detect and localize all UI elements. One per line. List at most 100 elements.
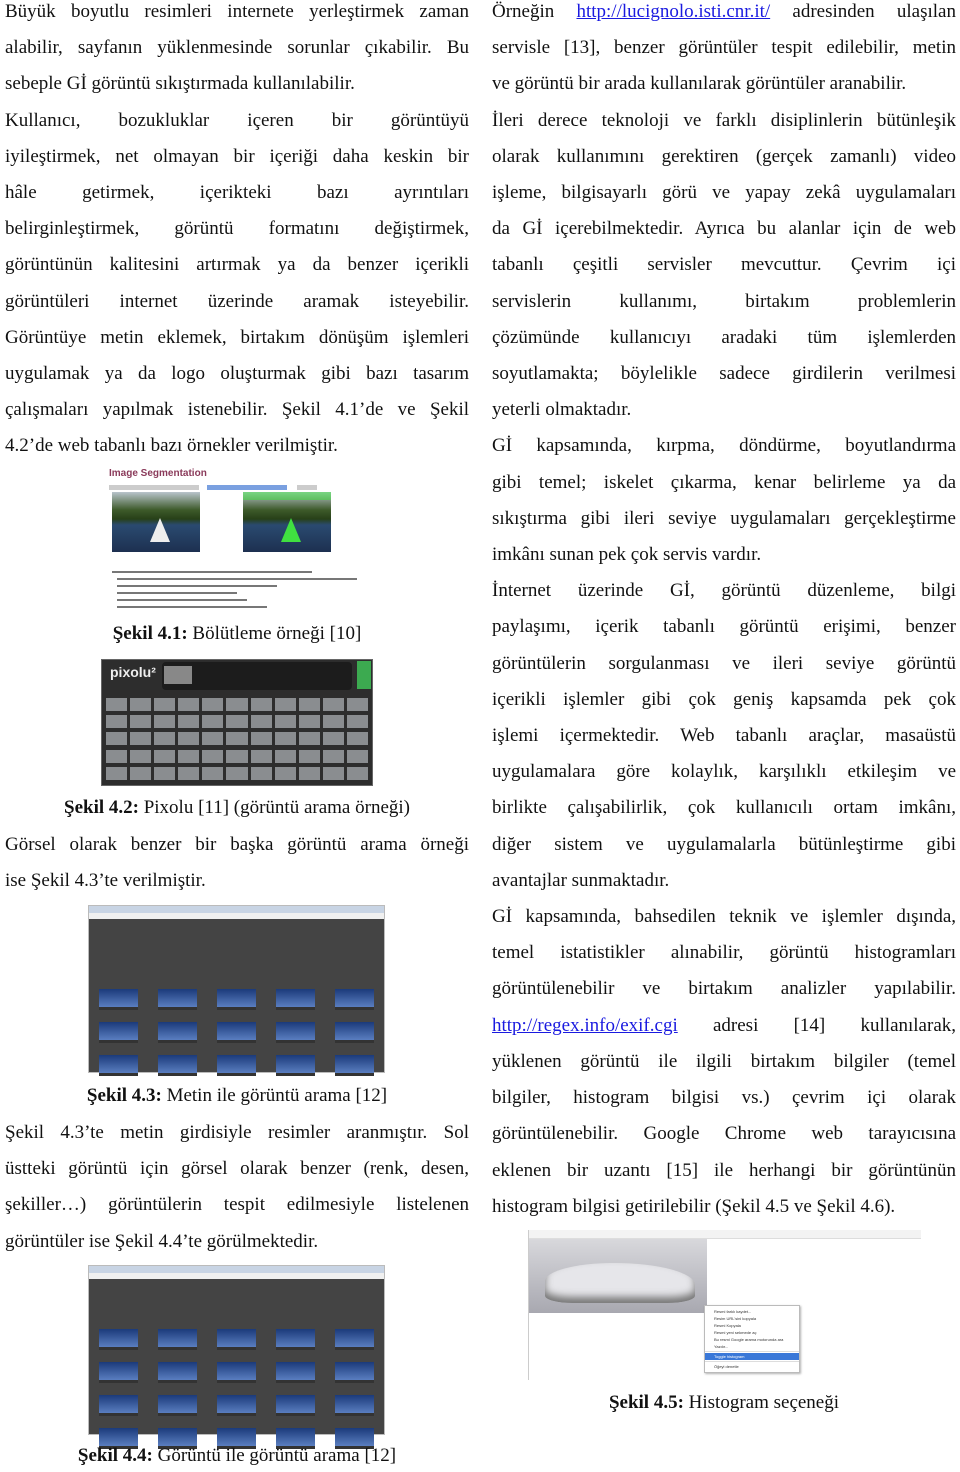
text-line: histogram bilgisi getirilebilir (Şekil 4…: [492, 1195, 896, 1217]
text-line: alabilir, sayfanın yüklenmesinde sorunla…: [5, 37, 469, 59]
result-grid: [104, 696, 370, 783]
address-bar: [529, 1230, 921, 1239]
text-line: içerikli işlemler gibi çok geniş kapsamd…: [492, 688, 956, 710]
text-line: çalışmaları yapılmak istenebilir. Şekil …: [5, 399, 469, 421]
instruction-line: [117, 599, 247, 601]
menu-item-copy-image[interactable]: Resmi Kopyala: [705, 1322, 799, 1329]
text-line: Büyük boyutlu resimleri internete yerleş…: [5, 1, 469, 22]
text-line: servislerin kullanımı, birtakım probleml…: [492, 290, 956, 312]
result-thumbnails: [99, 989, 374, 1076]
figure-caption-4-4: Şekil 4.4: Görüntü ile görüntü arama [12…: [5, 1445, 469, 1467]
text-line: Kullanıcı, bozukluklar içeren bir görünt…: [5, 109, 469, 131]
query-thumbnail: [164, 666, 192, 684]
sailboat: [150, 518, 170, 542]
text-line: yüklenen görüntü ile ilgili birtakım bil…: [492, 1050, 956, 1072]
caption-text: Görüntü ile görüntü arama [12]: [152, 1445, 397, 1466]
menu-separator: [705, 1361, 799, 1362]
caption-text: Pixolu [11] (görüntü arama örneği): [138, 797, 410, 818]
paragraph-visual-search: Görsel olarak benzer bir başka görüntü a…: [5, 827, 469, 899]
figure-caption-4-5: Şekil 4.5: Histogram seçeneği: [492, 1392, 956, 1414]
text-line: da Gİ içerebilmektedir. Ayrıca bu alanla…: [492, 218, 956, 240]
car-shape: [545, 1263, 695, 1303]
text-line: görüntüleri internet üzerinde aramak ist…: [5, 290, 469, 312]
menu-item-open-in-new-tab[interactable]: Resmi yeni sekmede aç: [705, 1329, 799, 1336]
text-line: Görüntüye metin eklemek, birtakım dönüşü…: [5, 326, 469, 348]
text-line: İleri derece teknoloji ve farklı disipli…: [492, 109, 956, 131]
text-line: sebeple Gİ görüntü sıkıştırmada kullanıl…: [5, 73, 355, 95]
menu-item-inspect-element[interactable]: Öğeyi denetle: [705, 1363, 799, 1370]
segmented-image: [243, 492, 331, 552]
menu-item-search-google[interactable]: Bu resmi Google arama motorunda ara: [705, 1336, 799, 1343]
text-line: tabanlı çeşitli servisler mevcuttur. Çev…: [492, 254, 956, 276]
screen-title: Image Segmentation: [109, 468, 207, 479]
process-button: [297, 485, 317, 490]
text-line: sıkıştırma gibi ileri seviye uygulamalar…: [492, 507, 956, 529]
text-line: iyileştirmek, net olmayan bir içeriği da…: [5, 145, 469, 167]
menu-item-print[interactable]: Yazdır...: [705, 1343, 799, 1350]
text-line: birlikte çalışabilirlik, çok kullanıcılı…: [492, 797, 956, 819]
figure-image-segmentation: Image Segmentation: [107, 468, 397, 616]
text-line: http://regex.info/exif.cgi adresi [14] k…: [492, 1008, 956, 1044]
text-line: yeterli olmaktadır.: [492, 399, 632, 421]
caption-label: Şekil 4.5:: [608, 1392, 684, 1413]
text-line: eklenen bir uzantı [15] ile herhangi bir…: [492, 1159, 956, 1181]
text-line: Görsel olarak benzer bir başka görüntü a…: [5, 834, 469, 855]
text-line: şekiller…) görüntülerin tespit edilmesiy…: [5, 1194, 469, 1216]
text-line: ise Şekil 4.3’te verilmiştir.: [5, 870, 206, 892]
text-line: temel istatistikler alınabilir, görüntü …: [492, 942, 956, 964]
menu-item-save-image-as[interactable]: Resmi farklı kaydet...: [705, 1308, 799, 1315]
text-line: servisle [13], benzer görüntüler tespit …: [492, 37, 956, 59]
text-line: belirginleştirmek, görüntü formatını değ…: [5, 218, 469, 240]
paragraph-image-compression: Büyük boyutlu resimleri internete yerleş…: [5, 0, 469, 465]
text-fragment: adresi [14] kullanılarak,: [677, 1014, 956, 1036]
result-thumbnails: [99, 1329, 374, 1449]
text-line: bilgiler, histogram bilgisi vs.) çevrim …: [492, 1087, 956, 1109]
paragraph-text-search: Şekil 4.3’te metin girdisiyle resimler a…: [5, 1115, 469, 1260]
text-line: görüntülenebilir ve birtakım analizler y…: [492, 978, 956, 1000]
lucignolo-link[interactable]: http://lucignolo.isti.cnr.it/: [576, 1, 770, 22]
text-line: hâle getirmek, içerikteki bazı ayrıntıla…: [5, 182, 469, 204]
figure-caption-4-2: Şekil 4.2: Pixolu [11] (görüntü arama ör…: [5, 797, 469, 819]
car-photo: [529, 1239, 707, 1313]
paragraph-lucignolo: Örneğin http://lucignolo.isti.cnr.it/ ad…: [492, 0, 956, 1225]
caption-label: Şekil 4.3:: [86, 1085, 162, 1106]
text-fragment: Örneğin: [492, 1, 577, 22]
page-body: [89, 1279, 384, 1449]
pixolu-logo: pixolu²: [110, 664, 156, 680]
text-line: çözümünde kullanıcıyı aradaki tüm işleml…: [492, 326, 956, 348]
text-line: işleme, bilgisayarlı görü ve yapay zekâ …: [492, 182, 956, 204]
figure-caption-4-1: Şekil 4.1: Bölütleme örneği [10]: [5, 623, 469, 645]
text-line: paylaşımı, içerik tabanlı görüntü erişim…: [492, 616, 956, 638]
text-line: 4.2’de web tabanlı bazı örnekler verilmi…: [5, 435, 338, 457]
figure-histogram-option: Resmi farklı kaydet... Resim URL'sini ko…: [528, 1230, 921, 1380]
text-line: diğer sistem ve uygulamalarla bütünleşti…: [492, 833, 956, 855]
instruction-line: [117, 606, 267, 608]
text-line: uygulamalara göre kolaylık, karşılıklı e…: [492, 761, 956, 783]
text-line: görüntülerin sorgulanması ve ileri seviy…: [492, 652, 956, 674]
figure-caption-4-3: Şekil 4.3: Metin ile görüntü arama [12]: [5, 1085, 469, 1107]
text-line: olarak kullanımını gerektiren (gerçek za…: [492, 145, 956, 167]
caption-text: Bölütleme örneği [10]: [187, 623, 362, 644]
instruction-line: [117, 592, 237, 594]
text-line: Gİ kapsamında, kırpma, döndürme, boyutla…: [492, 435, 956, 457]
browser-tabs: [89, 1266, 384, 1273]
text-line: işlemi içermektedir. Web tabanlı araçlar…: [492, 725, 956, 747]
caption-label: Şekil 4.1:: [112, 623, 188, 644]
regex-exif-link[interactable]: http://regex.info/exif.cgi: [492, 1015, 678, 1036]
text-line: üstteki görüntü için görsel olarak benze…: [5, 1158, 469, 1180]
instruction-line: [117, 585, 277, 587]
browser-tabs: [89, 906, 384, 913]
text-line: avantajlar sunmaktadır.: [492, 869, 670, 891]
text-line: gibi temel; iskelet çıkarma, kenar belir…: [492, 471, 956, 493]
menu-item-copy-image-url[interactable]: Resim URL'sini kopyala: [705, 1315, 799, 1322]
figure-text-image-search: [88, 905, 385, 1076]
figure-image-image-search: [88, 1265, 385, 1449]
menu-item-toggle-histogram[interactable]: Toggle histogram: [705, 1353, 799, 1360]
text-line: soyutlamakta; böylelikle sadece girdiler…: [492, 363, 956, 385]
instruction-line: [117, 578, 357, 580]
menu-separator: [705, 1351, 799, 1352]
text-line: Gİ kapsamında, bahsedilen teknik ve işle…: [492, 906, 956, 928]
caption-label: Şekil 4.4:: [77, 1445, 153, 1466]
page-body: [89, 919, 384, 1076]
text-line: görüntünün kalitesini artırmak ya da ben…: [5, 254, 469, 276]
